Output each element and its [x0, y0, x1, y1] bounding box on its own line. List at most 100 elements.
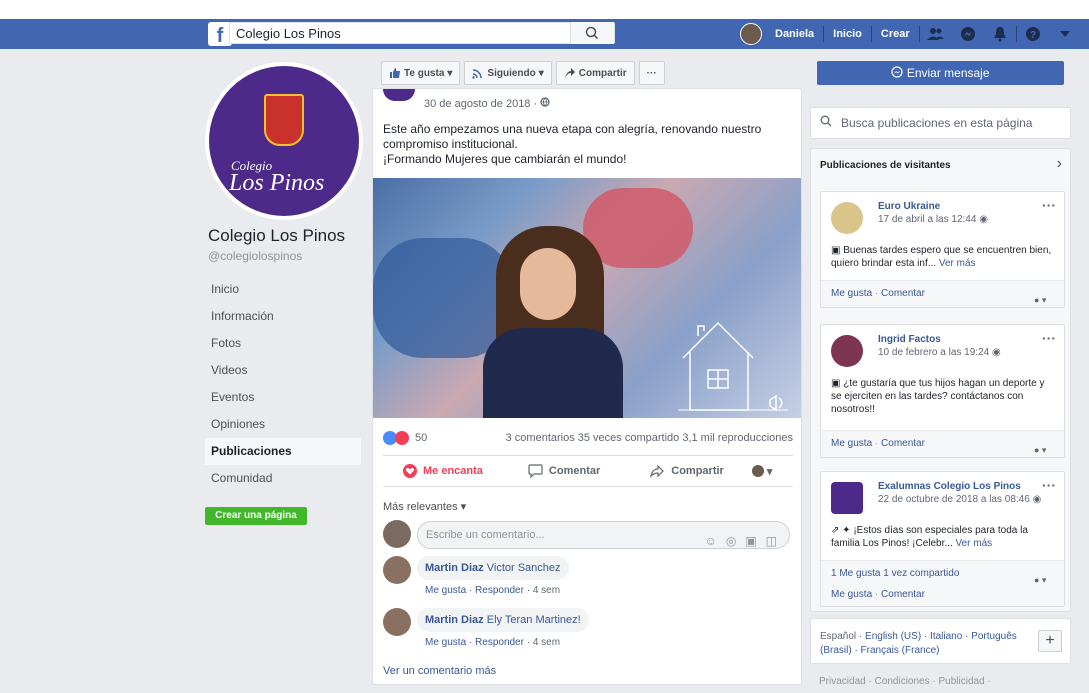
photo-icon: ▣	[831, 378, 841, 389]
visitor-post-date[interactable]: 22 de octubre de 2018 a las 08:46 ◉	[878, 494, 1041, 505]
video-subject	[483, 328, 623, 418]
search-button[interactable]	[570, 22, 614, 44]
comments-filter[interactable]: Más relevantes ▾	[383, 500, 466, 513]
avatar[interactable]	[383, 556, 411, 584]
comment-like-link[interactable]: Me gusta	[425, 637, 466, 648]
emoji-icon[interactable]: ☺	[705, 528, 717, 554]
visitor-post-stats-text[interactable]: 1 Me gusta 1 vez compartido	[831, 568, 959, 579]
sticker-icon[interactable]: ◫	[766, 528, 777, 554]
avatar[interactable]	[383, 520, 411, 548]
notifications-icon[interactable]	[990, 24, 1010, 44]
reactions-count[interactable]: 50	[415, 432, 427, 444]
share-page-label: Compartir	[578, 67, 627, 79]
comment-author[interactable]: Martin Diaz	[425, 562, 484, 574]
help-icon[interactable]: ?	[1023, 24, 1043, 44]
page-handle[interactable]: @colegiolospinos	[208, 249, 302, 263]
avatar[interactable]	[831, 482, 863, 514]
avatar[interactable]	[383, 608, 411, 636]
love-reaction-icon[interactable]	[395, 431, 409, 445]
comment-button[interactable]: Comentar	[528, 464, 600, 478]
visitor-post-author[interactable]: Ingrid Factos	[878, 334, 941, 345]
footer-links[interactable]: Privacidad · Condiciones · Publicidad ·	[819, 676, 991, 687]
view-more-comments-link[interactable]: Ver un comentario más	[383, 665, 496, 677]
gif-icon[interactable]: ▣	[745, 528, 756, 554]
avatar[interactable]	[740, 23, 762, 45]
comment-reply-link[interactable]: Responder	[475, 637, 524, 648]
chevron-right-icon[interactable]: ›	[1057, 155, 1062, 173]
post-video[interactable]	[373, 178, 801, 418]
page-search-input[interactable]: Busca publicaciones en esta página	[810, 107, 1071, 139]
comment-like-link[interactable]: Me gusta	[425, 585, 466, 596]
comment-time[interactable]: 4 sem	[533, 637, 560, 648]
see-more-link[interactable]: Ver más	[956, 538, 993, 549]
comment-author[interactable]: Martin Diaz	[425, 614, 484, 626]
comment-mention[interactable]: Victor Sanchez	[487, 562, 561, 574]
add-language-button[interactable]: +	[1038, 630, 1062, 652]
like-page-button[interactable]: Te gusta ▾	[381, 61, 461, 85]
comment-item: Martin Diaz Victor Sanchez Me gusta · Re…	[383, 556, 793, 602]
house-drawing-icon	[678, 321, 788, 412]
post-author-avatar[interactable]	[383, 89, 415, 101]
page-nav-videos[interactable]: Videos	[205, 357, 361, 384]
page-nav: Inicio Información Fotos Videos Eventos …	[205, 276, 361, 492]
camera-icon[interactable]: ◎	[726, 528, 736, 554]
page-nav-opiniones[interactable]: Opiniones	[205, 411, 361, 438]
more-options-icon[interactable]: ···	[1042, 477, 1056, 493]
current-language: Español ·	[820, 631, 863, 642]
post-as-selector[interactable]: ● ▾	[1034, 437, 1054, 455]
comment-mention[interactable]: Ely Teran Martinez!	[487, 614, 581, 626]
visitor-post-text: ▣ Buenas tardes espero que se encuentren…	[831, 244, 1057, 270]
more-options-icon[interactable]: ···	[1042, 197, 1056, 213]
page-nav-inicio[interactable]: Inicio	[205, 276, 361, 303]
visitor-post-date[interactable]: 10 de febrero a las 19:24 ◉	[878, 347, 1001, 358]
party-icon: ✦	[842, 525, 851, 536]
search-input[interactable]: Colegio Los Pinos	[229, 22, 615, 44]
see-more-link[interactable]: Ver más	[939, 258, 976, 269]
post-date[interactable]: 30 de agosto de 2018 ·	[424, 97, 550, 110]
visitor-post-author[interactable]: Euro Ukraine	[878, 201, 940, 212]
globe-icon	[540, 97, 550, 107]
nav-user-name[interactable]: Daniela	[766, 28, 823, 40]
love-button[interactable]: Me encanta	[403, 464, 483, 478]
nav-crear[interactable]: Crear	[872, 28, 919, 40]
avatar[interactable]	[831, 202, 863, 234]
share-page-button[interactable]: Compartir	[555, 61, 635, 85]
visitor-post-date[interactable]: 17 de abril a las 12:44 ◉	[878, 214, 988, 225]
post-as-selector[interactable]: ● ▾	[1034, 287, 1054, 305]
visitor-posts-title[interactable]: Publicaciones de visitantes	[820, 160, 951, 171]
comment-input[interactable]: Escribe un comentario... ☺ ◎ ▣ ◫	[417, 521, 790, 549]
comment-reply-link[interactable]: Responder	[475, 585, 524, 596]
visitor-post-footer: Me gusta · Comentar ● ▾	[821, 430, 1064, 457]
share-button[interactable]: Compartir	[650, 464, 724, 478]
page-nav-eventos[interactable]: Eventos	[205, 384, 361, 411]
chevron-down-icon[interactable]	[1055, 24, 1075, 44]
page-action-bar: Te gusta ▾ Siguiendo ▾ Compartir ···	[372, 58, 802, 88]
create-page-button[interactable]: Crear una página	[205, 507, 307, 525]
visitor-comment-link[interactable]: Comentar	[881, 589, 925, 600]
more-options-icon[interactable]: ···	[1042, 330, 1056, 346]
page-profile-picture[interactable]: Colegio Los Pinos	[205, 62, 363, 220]
avatar[interactable]	[831, 335, 863, 367]
visitor-post-author[interactable]: Exalumnas Colegio Los Pinos	[878, 481, 1021, 492]
visitor-like-link[interactable]: Me gusta	[831, 288, 872, 299]
page-title[interactable]: Colegio Los Pinos	[208, 226, 345, 246]
post-as-selector[interactable]: ● ▾	[1034, 567, 1054, 585]
post-stats-text[interactable]: 3 comentarios 35 veces compartido 3,1 mi…	[506, 432, 793, 444]
globe-icon: ◉	[979, 214, 988, 225]
messenger-icon[interactable]	[958, 24, 978, 44]
send-message-button[interactable]: Enviar mensaje	[817, 61, 1064, 85]
page-nav-comunidad[interactable]: Comunidad	[205, 465, 361, 492]
comment-time[interactable]: 4 sem	[533, 585, 560, 596]
post-as-selector[interactable]: ▾	[751, 465, 772, 478]
more-options-button[interactable]: ···	[638, 61, 665, 85]
page-nav-informacion[interactable]: Información	[205, 303, 361, 330]
page-nav-publicaciones[interactable]: Publicaciones	[205, 438, 361, 465]
visitor-like-link[interactable]: Me gusta	[831, 589, 872, 600]
visitor-like-link[interactable]: Me gusta	[831, 438, 872, 449]
page-nav-fotos[interactable]: Fotos	[205, 330, 361, 357]
nav-inicio[interactable]: Inicio	[824, 28, 871, 40]
visitor-comment-link[interactable]: Comentar	[881, 288, 925, 299]
visitor-comment-link[interactable]: Comentar	[881, 438, 925, 449]
friends-icon[interactable]	[926, 24, 946, 44]
follow-button[interactable]: Siguiendo ▾	[464, 61, 552, 85]
